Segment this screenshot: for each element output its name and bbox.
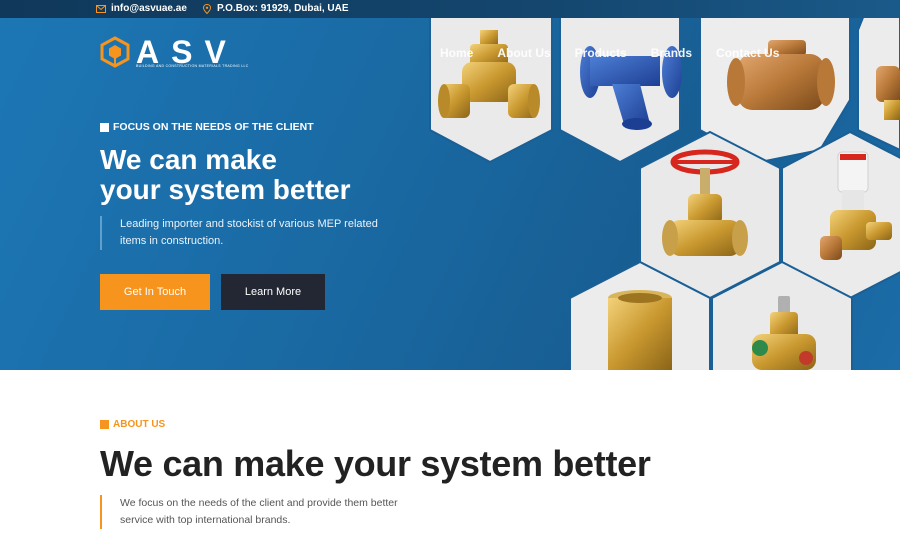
logo-tagline: BUILDING AND CONSTRUCTION MATERIALS TRAD… — [136, 64, 249, 68]
topbar-email[interactable]: info@asvuae.ae — [96, 3, 187, 14]
hero-section: info@asvuae.ae P.O.Box: 91929, Dubai, UA… — [0, 0, 900, 370]
hero-kicker-text: FOCUS ON THE NEEDS OF THE CLIENT — [113, 121, 314, 133]
learn-more-button[interactable]: Learn More — [221, 274, 325, 310]
nav-products[interactable]: Products — [575, 46, 627, 60]
get-in-touch-button[interactable]: Get In Touch — [100, 274, 210, 310]
map-pin-icon — [202, 3, 212, 14]
square-bullet-icon — [100, 420, 109, 429]
envelope-icon — [96, 4, 106, 13]
top-info-bar: info@asvuae.ae P.O.Box: 91929, Dubai, UA… — [0, 0, 900, 18]
hero-headline-line-2: your system better — [100, 174, 351, 205]
square-bullet-icon — [100, 122, 109, 132]
nav-about-us[interactable]: About Us — [497, 46, 550, 60]
nav-home[interactable]: Home — [440, 46, 473, 60]
topbar-email-text: info@asvuae.ae — [111, 3, 187, 14]
hero-headline-line-1: We can make — [100, 144, 277, 175]
about-title: We can make your system better — [100, 443, 651, 484]
cube-logo-icon — [100, 36, 130, 68]
hero-headline: We can make your system better — [100, 145, 420, 205]
main-nav: Home About Us Products Brands Contact Us — [440, 46, 803, 60]
about-description: We focus on the needs of the client and … — [100, 495, 430, 529]
nav-contact-us[interactable]: Contact Us — [716, 46, 779, 60]
about-kicker-text: ABOUT US — [113, 419, 166, 430]
brass-check-valve-image — [608, 290, 672, 370]
hero-kicker: FOCUS ON THE NEEDS OF THE CLIENT — [100, 121, 314, 133]
nav-brands[interactable]: Brands — [651, 46, 692, 60]
hero-description: Leading importer and stockist of various… — [100, 216, 400, 250]
about-kicker: ABOUT US — [100, 419, 165, 430]
topbar-address-text: P.O.Box: 91929, Dubai, UAE — [217, 3, 349, 14]
topbar-address: P.O.Box: 91929, Dubai, UAE — [202, 3, 349, 14]
